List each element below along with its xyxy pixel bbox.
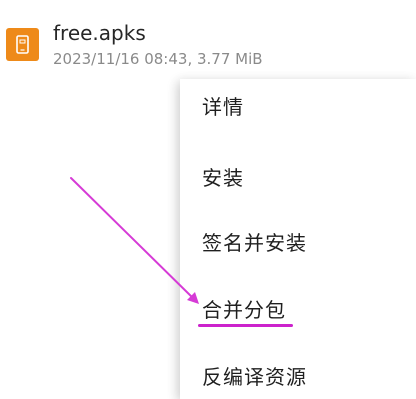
annotation-arrow	[70, 177, 199, 304]
